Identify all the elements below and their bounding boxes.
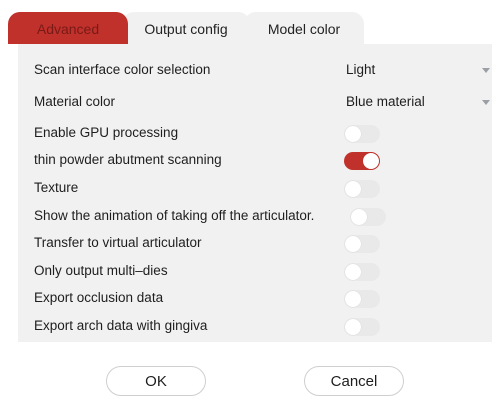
thin-powder-toggle[interactable] xyxy=(344,152,380,170)
texture-label: Texture xyxy=(34,180,79,195)
chevron-down-icon[interactable] xyxy=(482,68,490,73)
toggle-knob xyxy=(351,209,367,225)
toggle-knob xyxy=(345,236,361,252)
toggle-knob xyxy=(345,319,361,335)
texture-toggle[interactable] xyxy=(344,180,380,198)
material-color-select[interactable]: Blue material xyxy=(346,94,425,109)
multi-dies-toggle[interactable] xyxy=(344,263,380,281)
scan-color-row: Scan interface color selection Light xyxy=(18,58,492,84)
texture-row: Texture xyxy=(18,176,492,202)
scan-color-select[interactable]: Light xyxy=(346,62,375,77)
cancel-button[interactable]: Cancel xyxy=(304,366,404,396)
tab-advanced[interactable]: Advanced xyxy=(8,12,128,44)
thin-powder-label: thin powder abutment scanning xyxy=(34,152,222,167)
toggle-knob xyxy=(345,264,361,280)
animation-row: Show the animation of taking off the art… xyxy=(18,204,492,230)
tab-model-color[interactable]: Model color xyxy=(244,12,364,44)
thin-powder-row: thin powder abutment scanning xyxy=(18,148,492,174)
toggle-knob xyxy=(345,181,361,197)
material-color-label: Material color xyxy=(34,94,116,109)
virtual-articulator-row: Transfer to virtual articulator xyxy=(18,231,492,257)
toggle-knob xyxy=(345,291,361,307)
virtual-articulator-label: Transfer to virtual articulator xyxy=(34,235,202,250)
virtual-articulator-toggle[interactable] xyxy=(344,235,380,253)
multi-dies-label: Only output multi–dies xyxy=(34,263,168,278)
chevron-down-icon[interactable] xyxy=(482,100,490,105)
occlusion-row: Export occlusion data xyxy=(18,286,492,312)
animation-label: Show the animation of taking off the art… xyxy=(34,208,315,223)
animation-toggle[interactable] xyxy=(350,208,386,226)
settings-panel: Scan interface color selection Light Mat… xyxy=(18,44,492,342)
scan-color-label: Scan interface color selection xyxy=(34,62,211,77)
occlusion-toggle[interactable] xyxy=(344,290,380,308)
gpu-row: Enable GPU processing xyxy=(18,121,492,147)
toggle-knob xyxy=(345,126,361,142)
material-color-row: Material color Blue material xyxy=(18,90,492,116)
gpu-toggle[interactable] xyxy=(344,125,380,143)
ok-button[interactable]: OK xyxy=(106,366,206,396)
arch-gingiva-toggle[interactable] xyxy=(344,318,380,336)
multi-dies-row: Only output multi–dies xyxy=(18,259,492,285)
arch-gingiva-label: Export arch data with gingiva xyxy=(34,318,208,333)
gpu-label: Enable GPU processing xyxy=(34,125,179,140)
tab-output-config[interactable]: Output config xyxy=(122,12,250,44)
toggle-knob xyxy=(363,153,379,169)
arch-gingiva-row: Export arch data with gingiva xyxy=(18,314,492,340)
occlusion-label: Export occlusion data xyxy=(34,290,164,305)
